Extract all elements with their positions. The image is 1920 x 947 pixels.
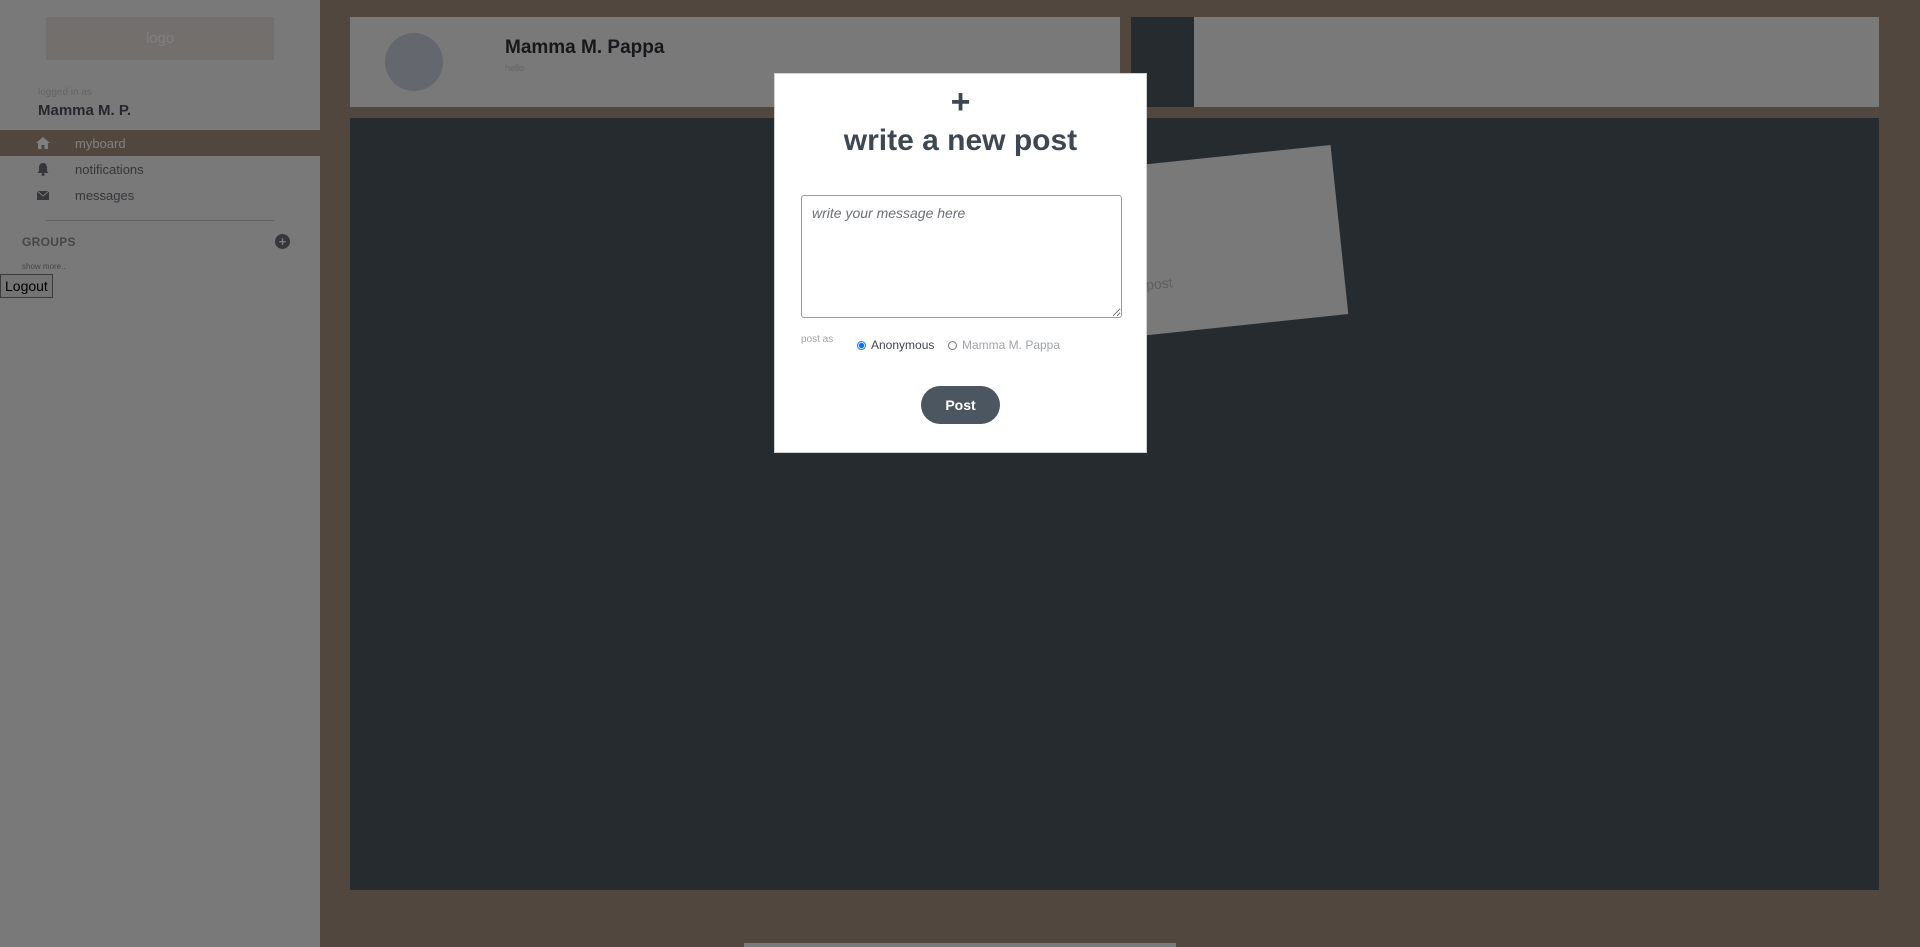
app-root: logo logged in as Mamma M. P. myboard no… <box>0 0 1920 947</box>
user-label: Mamma M. Pappa <box>962 338 1061 352</box>
post-as-label: post as <box>801 334 834 345</box>
post-as-anonymous[interactable]: Anonymous <box>857 338 934 352</box>
plus-icon: + <box>950 83 971 121</box>
user-radio[interactable] <box>948 340 957 350</box>
post-button[interactable]: Post <box>921 386 1000 424</box>
new-post-modal: + write a new post post as Anonymous Mam… <box>774 73 1147 453</box>
message-input[interactable] <box>801 195 1122 318</box>
post-as-user[interactable]: Mamma M. Pappa <box>948 338 1060 352</box>
anonymous-label: Anonymous <box>871 338 935 352</box>
anonymous-radio[interactable] <box>857 340 866 350</box>
modal-title: write a new post <box>843 124 1078 157</box>
